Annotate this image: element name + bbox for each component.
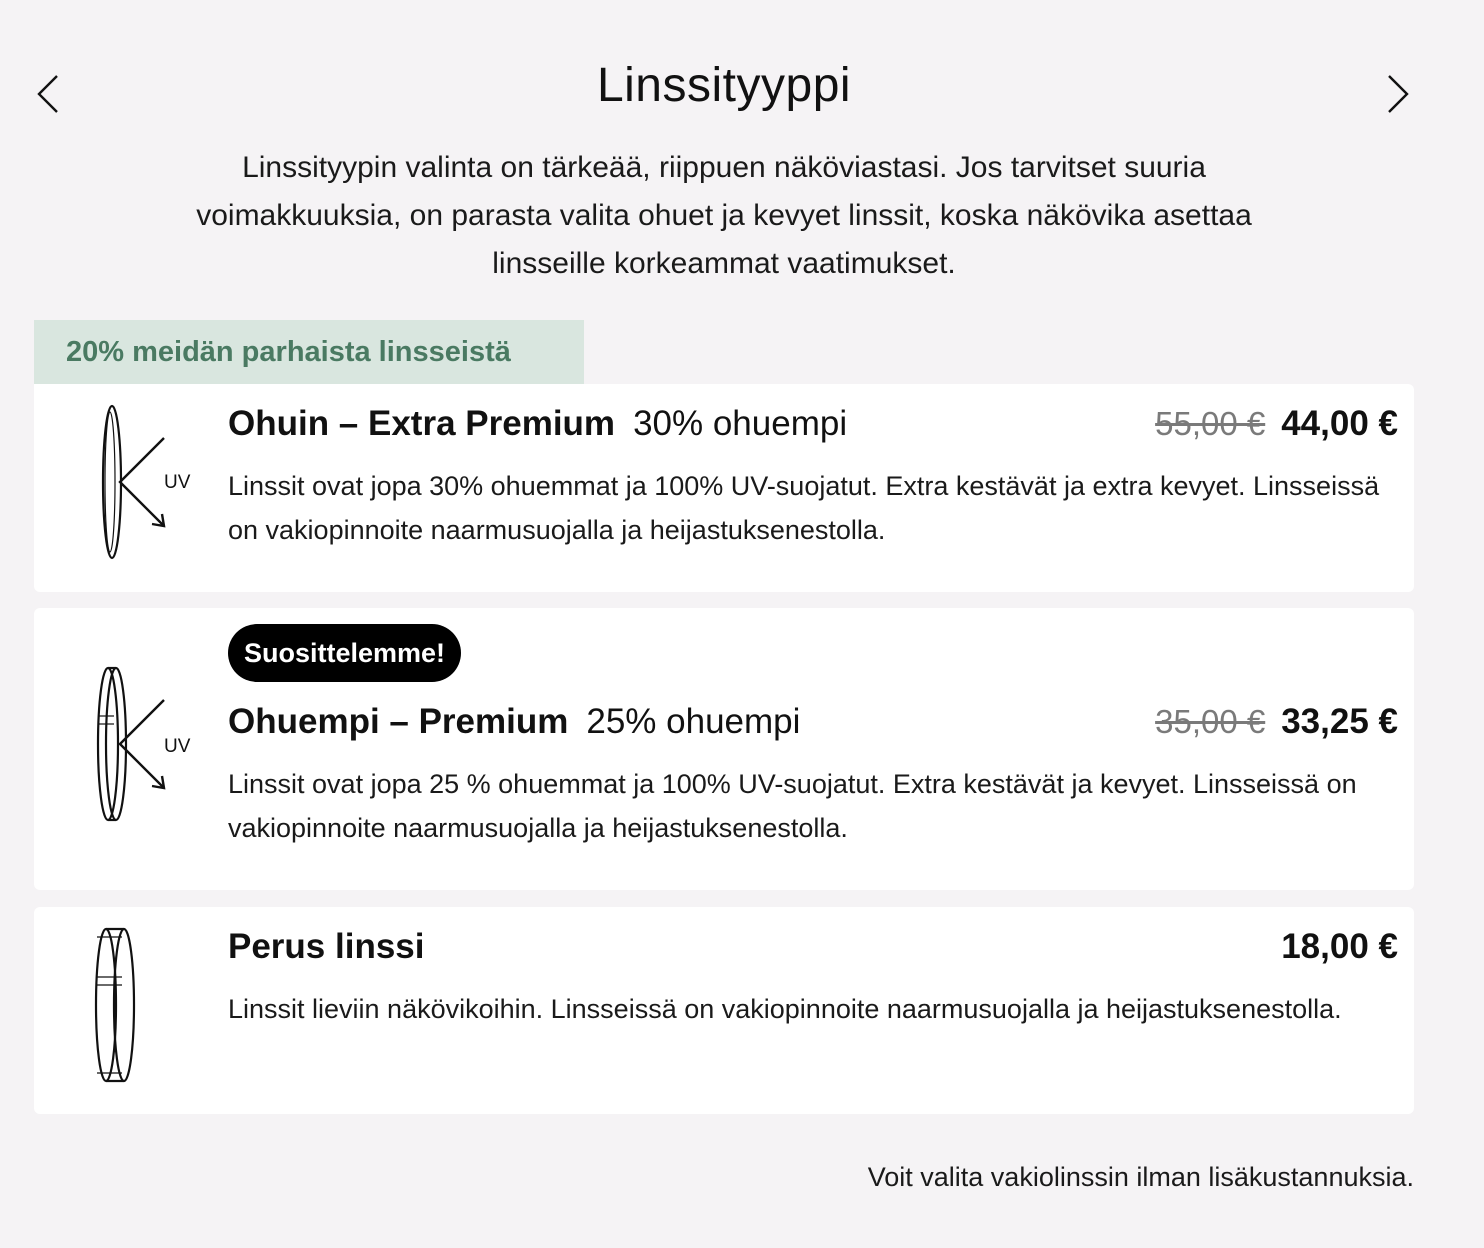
old-price: 35,00 € (1155, 703, 1266, 740)
option-description: Linssit ovat jopa 30% ohuemmat ja 100% U… (228, 471, 1380, 545)
option-name: Perus linssi (228, 927, 425, 966)
promo-tag: 20% meidän parhaista linsseistä (34, 320, 584, 384)
option-thinness: 25% ohuempi (586, 702, 801, 741)
option-title: Ohuempi – Premium 25% ohuempi (228, 702, 800, 742)
price: 18,00 € (1281, 927, 1398, 966)
lens-option-basic[interactable]: Perus linssi 18,00 € Linssit lieviin näk… (34, 907, 1414, 1114)
price-box: 55,00 € 44,00 € (1155, 404, 1398, 444)
price-box: 18,00 € (1281, 927, 1398, 967)
price-box: 35,00 € 33,25 € (1155, 702, 1398, 742)
option-name: Ohuin – Extra Premium (228, 404, 616, 443)
page-title: Linssityyppi (596, 59, 852, 112)
option-title: Perus linssi (228, 927, 424, 967)
option-description: Linssit lieviin näkövikoihin. Linsseissä… (228, 994, 1342, 1024)
uv-label: UV (164, 472, 191, 493)
lens-type-page: Linssityyppi Linssityypin valinta on tär… (0, 0, 1484, 1248)
price: 44,00 € (1281, 404, 1398, 443)
recommended-badge: Suosittelemme! (228, 624, 462, 682)
chevron-right-icon (1388, 75, 1409, 113)
old-price: 55,00 € (1155, 405, 1266, 442)
lens-option-premium[interactable]: UV Suosittelemme! Ohuempi – Premium 25% o… (34, 608, 1414, 890)
next-step-button[interactable] (1378, 68, 1418, 120)
basic-lens-icon (94, 927, 136, 1083)
footnote: Voit valita vakiolinssin ilman lisäkusta… (867, 1162, 1414, 1192)
option-name: Ohuempi – Premium (228, 702, 569, 741)
option-description: Linssit ovat jopa 25 % ohuemmat ja 100% … (228, 769, 1357, 843)
price: 33,25 € (1281, 702, 1398, 741)
option-thinness: 30% ohuempi (633, 404, 848, 443)
lens-option-extra-premium[interactable]: UV Ohuin – Extra Premium 30% ohuempi 55,0… (34, 384, 1414, 592)
option-title: Ohuin – Extra Premium 30% ohuempi (228, 404, 847, 444)
uv-label: UV (164, 736, 191, 757)
intro-text: Linssityypin valinta on tärkeää, riippue… (196, 151, 1252, 280)
